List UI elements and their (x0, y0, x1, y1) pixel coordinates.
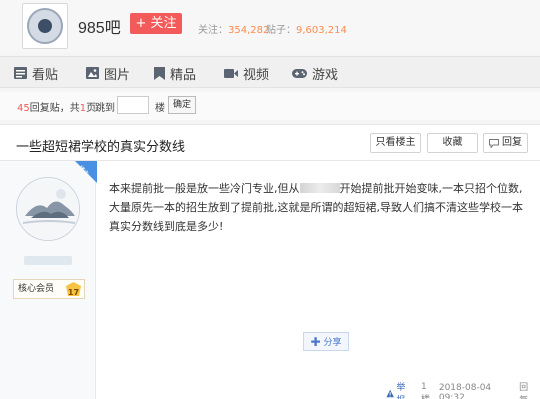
nav-label: 精品 (170, 67, 197, 83)
image-icon (86, 67, 99, 79)
posts-stat: 贴子：9,603,214 (266, 21, 347, 36)
reply-button[interactable]: 回复 (483, 133, 528, 153)
nav-label: 视频 (243, 67, 270, 83)
forum-name[interactable]: 985吧 (78, 14, 121, 38)
floor-number: 1楼 (421, 381, 430, 399)
level-number: 17 (67, 288, 80, 297)
avatar[interactable] (16, 177, 80, 241)
page-jump-input[interactable] (117, 96, 149, 114)
collect-button[interactable]: 收藏 (427, 133, 478, 153)
post-timestamp: 2018-08-04 09:32 (438, 383, 492, 399)
comment-icon (489, 138, 499, 148)
author-panel: 核心会员 17 (0, 161, 96, 399)
follow-stat-label: 关注： (198, 25, 228, 36)
posts-count: 9,603,214 (296, 25, 347, 36)
thread-title-bar: 一些超短裙学校的真实分数线 只看楼主 收藏 回复 (0, 124, 540, 161)
reply-summary: 45回复贴，共1页 (17, 99, 96, 114)
forum-header: 985吧 + 关注 关注：354,282 贴子：9,603,214 (0, 0, 540, 52)
level-icon: 17 (66, 282, 81, 297)
post-content: 本来提前批一般是放一些冷门专业,但从 开始提前批开始变味,一本只招个位数,大量原先… (109, 179, 529, 236)
only-author-button[interactable]: 只看楼主 (370, 133, 421, 153)
report-label: 举报 (396, 383, 406, 399)
follow-stat: 关注：354,282 (198, 21, 269, 36)
jump-label: 跳到 (95, 103, 115, 114)
author-name-blurred[interactable] (24, 256, 72, 265)
landscape-avatar-image (17, 178, 79, 240)
nav-item-posts[interactable]: 看贴 (14, 65, 59, 83)
nav-label: 游戏 (312, 67, 339, 83)
list-icon (14, 67, 27, 79)
thread-title: 一些超短裙学校的真实分数线 (16, 140, 186, 155)
nav-item-images[interactable]: 图片 (86, 65, 131, 83)
nav-label: 看贴 (32, 67, 59, 83)
forum-logo[interactable] (22, 3, 68, 49)
pager: 45回复贴，共1页 跳到 楼 确定 (0, 92, 540, 120)
post-reply-link[interactable]: 回复 (519, 380, 536, 399)
forum-nav: 看贴 图片 精品 视频 游戏 (0, 56, 540, 88)
nav-item-featured[interactable]: 精品 (154, 65, 197, 83)
nav-item-videos[interactable]: 视频 (224, 65, 270, 83)
reply-label: 回复 (502, 137, 522, 148)
page-unit: 楼 (155, 103, 165, 114)
bookmark-icon (154, 66, 165, 80)
video-icon (224, 68, 238, 78)
reply-suffix: 回复贴，共 (29, 103, 80, 114)
content-part1: 本来提前批一般是放一些冷门专业,但从 (109, 182, 300, 195)
nav-item-games[interactable]: 游戏 (292, 65, 339, 83)
member-label: 核心会员 (18, 284, 55, 294)
report-link[interactable]: 举报 (386, 380, 417, 399)
share-button[interactable]: ✚ 分享 (303, 332, 349, 351)
warning-icon (386, 389, 394, 397)
plus-icon: ✚ (310, 334, 321, 349)
reply-count: 45 (17, 103, 30, 114)
member-badge: 核心会员 17 (13, 279, 85, 299)
follow-button[interactable]: + 关注 (130, 13, 182, 34)
posts-stat-label: 贴子： (266, 25, 296, 36)
gamepad-icon (292, 68, 307, 78)
follow-count: 354,282 (228, 25, 270, 36)
nav-label: 图片 (104, 67, 131, 83)
post: 核心会员 17 楼主 本来提前批一般是放一些冷门专业,但从 开始提前批开始变味,一… (0, 161, 540, 399)
post-footer: 举报 1楼 2018-08-04 09:32 回复 (386, 380, 540, 399)
confirm-button[interactable]: 确定 (168, 96, 196, 114)
redacted-text (299, 183, 340, 193)
share-label: 分享 (323, 338, 342, 348)
